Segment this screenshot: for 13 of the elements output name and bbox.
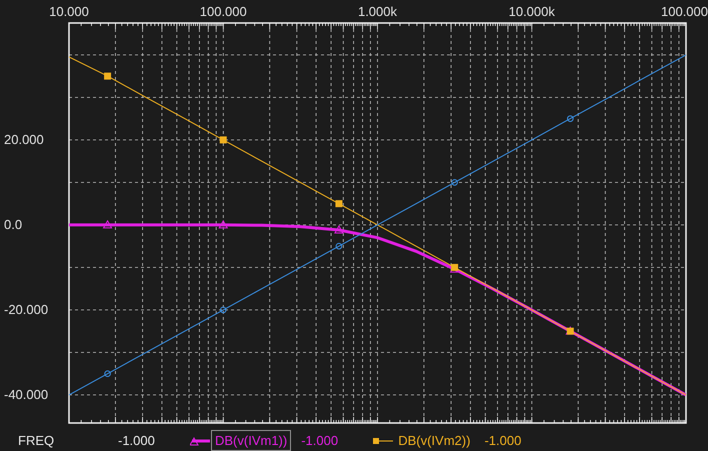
x-tick-label: 1.000k (358, 4, 398, 19)
y-tick-label: 0.0 (4, 216, 22, 232)
y-tick-label: 20.000 (4, 132, 44, 147)
x-tick-label: 10.000 (49, 4, 89, 19)
legend-axis-label: FREQ (18, 432, 56, 450)
cursor-reading: -1.000 (484, 432, 522, 450)
cursor-reading: -1.000 (301, 432, 340, 450)
y-tick-label: -40.000 (4, 386, 48, 402)
x-tick-label: 10.000k (508, 4, 555, 19)
y-tick-label: -20.000 (4, 302, 48, 317)
x-tick-label: 100.000 (200, 4, 247, 19)
cursor-reading: -1.000 (118, 432, 156, 450)
x-tick-label: 100.000 (661, 4, 708, 19)
